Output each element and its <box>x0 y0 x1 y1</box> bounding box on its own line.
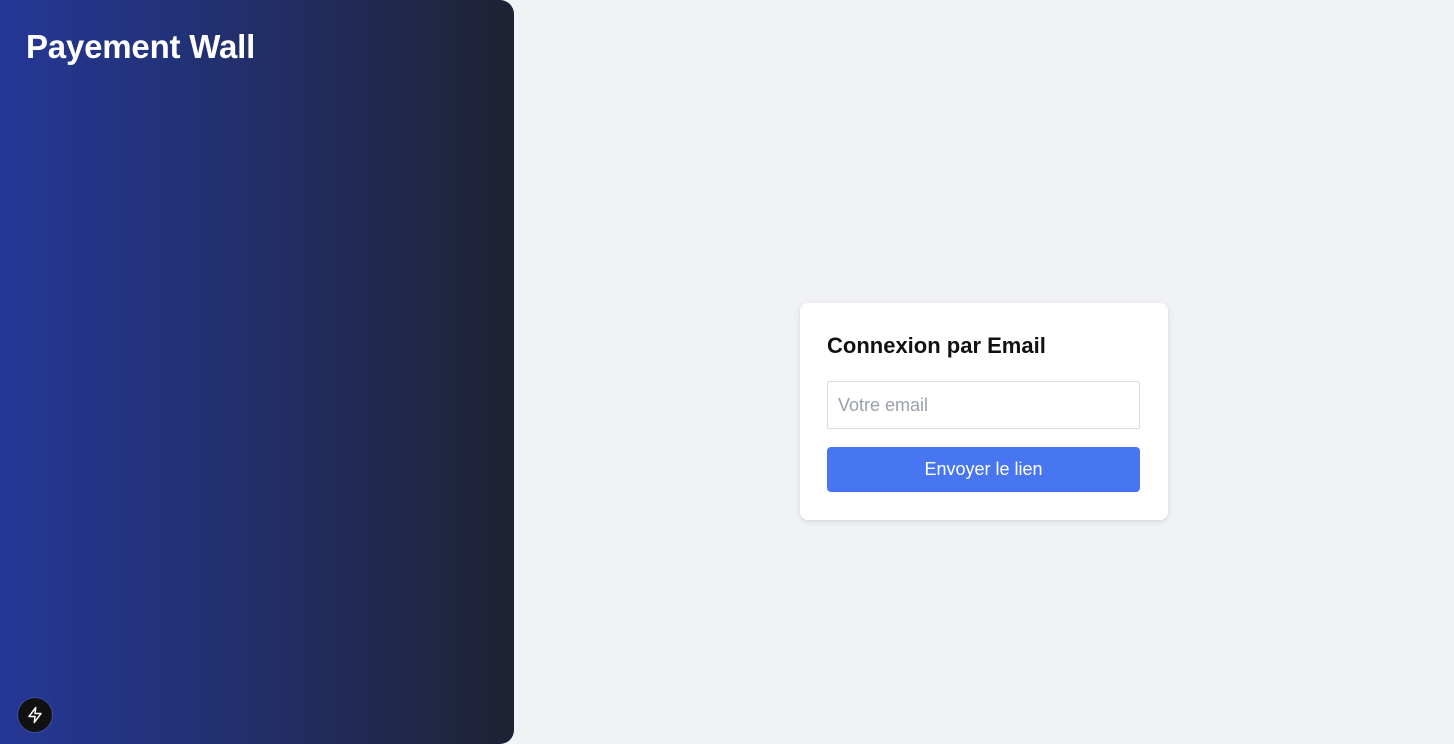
dev-tools-badge[interactable] <box>18 698 52 732</box>
send-link-button[interactable]: Envoyer le lien <box>827 447 1140 492</box>
page: Payement Wall Connexion par Email Envoye… <box>0 0 1454 744</box>
login-card: Connexion par Email Envoyer le lien <box>800 303 1168 520</box>
lightning-bolt-icon <box>28 706 42 724</box>
brand-title: Payement Wall <box>26 28 256 65</box>
brand-sidebar: Payement Wall <box>0 0 514 744</box>
email-input[interactable] <box>827 381 1140 429</box>
login-heading: Connexion par Email <box>827 333 1046 358</box>
